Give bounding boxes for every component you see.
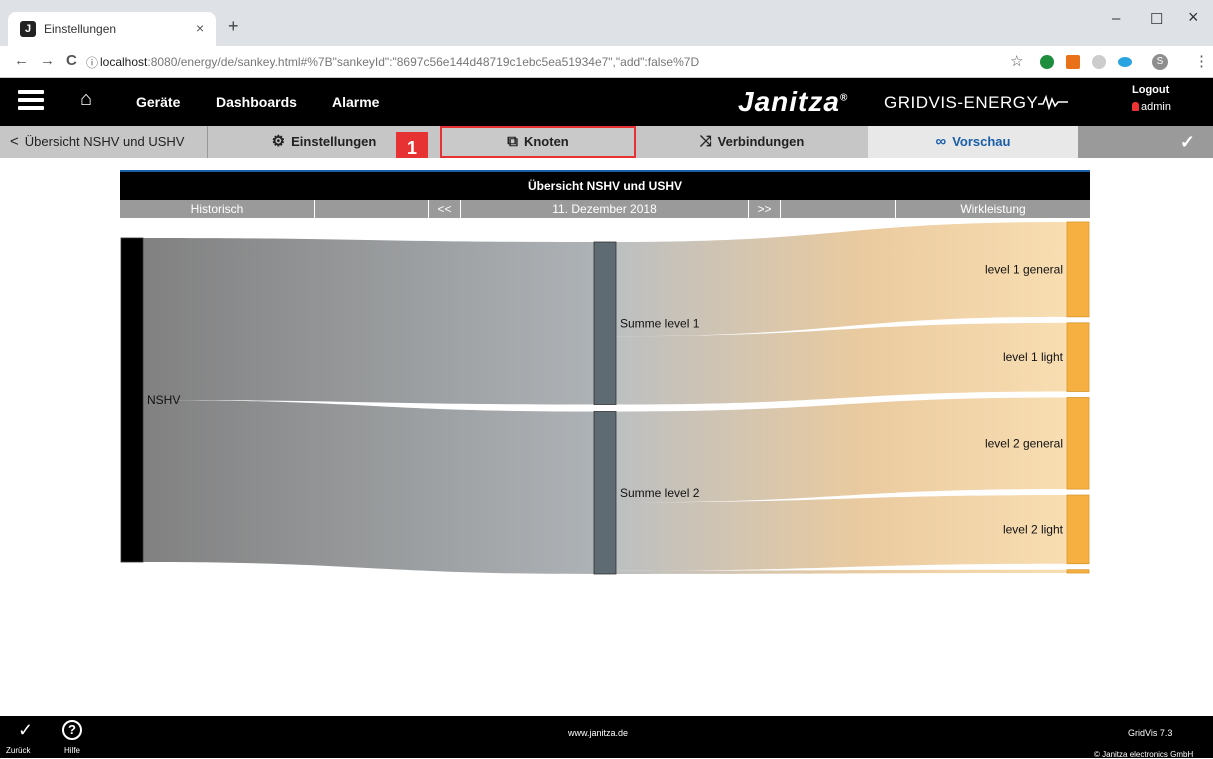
connections-label: Verbindungen [717,134,805,149]
sankey-node[interactable] [1066,322,1090,392]
bookmark-star-icon[interactable]: ☆ [1010,52,1023,70]
browser-menu-icon[interactable]: ⋮ [1194,52,1209,70]
checkmark-icon: ✓ [1179,132,1195,152]
footer-version: GridVis 7.3 [1128,728,1173,738]
reload-icon[interactable]: C [66,52,77,69]
back-checkmark-icon[interactable]: ✓ [18,720,33,741]
nodes-label: Knoten [523,134,569,149]
nav-dashboards[interactable]: Dashboards [216,94,297,110]
pulse-wave-icon [1038,94,1069,111]
sankey-node[interactable] [1066,569,1090,574]
profile-avatar[interactable]: S [1152,54,1168,70]
footer-back-label[interactable]: Zurück [6,746,30,755]
preview-label: Vorschau [952,134,1011,149]
date-display[interactable]: 11. Dezember 2018 [461,200,749,218]
next-button[interactable]: >> [749,200,781,218]
app-header: ⌂ Geräte Dashboards Alarme Janitza® GRID… [0,78,1213,126]
browser-tab[interactable]: J Einstellungen × [8,12,216,46]
sankey-node[interactable] [593,241,617,405]
sankey-node-label: level 1 general [985,262,1063,276]
tab-connections[interactable]: ⤨ Verbindungen [636,126,868,158]
chart-title: Übersicht NSHV und USHV [120,170,1090,200]
nav-alarms[interactable]: Alarme [332,94,379,110]
sankey-node-label: level 2 light [1003,522,1064,536]
user-name: admin [1141,101,1171,113]
close-window-icon[interactable]: × [1188,7,1199,28]
nav-devices[interactable]: Geräte [136,94,180,110]
site-info-icon[interactable]: ⓘ [86,54,98,71]
forward-arrow-icon[interactable]: → [40,52,55,69]
sankey-node-label: NSHV [147,393,180,407]
gears-icon: ⚙ [271,133,286,150]
brand-name: Janitza [738,86,840,117]
back-arrow-icon[interactable]: ← [14,52,29,69]
url-host: localhost [100,55,148,69]
brand-subtitle: GRIDVIS-ENERGY [884,93,1039,112]
sankey-node[interactable] [120,237,144,563]
sankey-node-label: level 2 general [985,436,1063,450]
minimize-icon[interactable]: – [1112,10,1120,27]
sankey-diagram: NSHV Summe level 1 Summe level 2 level 1 ge… [120,221,1090,575]
footer-website-link[interactable]: www.janitza.de [568,728,628,738]
maximize-icon[interactable]: ☐ [1150,10,1163,28]
back-label: Übersicht NSHV und USHV [24,134,185,149]
settings-label: Einstellungen [291,134,377,149]
browser-tab-bar: J Einstellungen × + – ☐ × [0,0,1213,46]
home-icon[interactable]: ⌂ [80,88,92,111]
mode-blank [315,200,429,218]
date-blank [781,200,896,218]
tab-title: Einstellungen [44,22,117,36]
sankey-link[interactable] [143,238,594,405]
logout-link[interactable]: Logout [1132,84,1169,96]
user-icon [1132,102,1139,111]
janitza-logo: Janitza® [738,86,848,118]
tab-close-icon[interactable]: × [196,20,204,36]
tab-nodes[interactable]: ⧉ Knoten [440,126,636,158]
sankey-link[interactable] [616,495,1067,571]
sankey-node[interactable] [1066,494,1090,565]
sankey-node[interactable] [1066,221,1090,318]
sankey-link[interactable] [143,400,594,574]
glasses-icon: ∞ [935,133,947,150]
new-tab-button[interactable]: + [228,16,239,37]
sankey-node-label: Summe level 1 [620,316,700,330]
share-back-icon: < [10,133,19,150]
url-field[interactable]: localhost:8080/energy/de/sankey.html#%7B… [100,51,1000,73]
footer-help-label[interactable]: Hilfe [64,746,80,755]
help-icon[interactable]: ? [62,720,82,740]
sankey-node[interactable] [1066,397,1090,490]
sankey-node[interactable] [593,411,617,575]
gridvis-energy-logo: GRIDVIS-ENERGY [884,93,1069,113]
chart-control-bar: Historisch << 11. Dezember 2018 >> Wirkl… [120,200,1090,218]
extension-office-icon[interactable] [1066,55,1080,69]
extension-cloud-icon[interactable] [1118,57,1132,67]
address-bar: ← → C ⓘ localhost:8080/energy/de/sankey.… [0,46,1213,78]
sankey-node-label: Summe level 2 [620,486,700,500]
app-footer: ✓ Zurück ? Hilfe www.janitza.de GridVis … [0,716,1213,759]
tab-preview[interactable]: ∞ Vorschau [868,126,1078,158]
back-to-overview-button[interactable]: < Übersicht NSHV und USHV [0,126,208,158]
sankey-node-label: level 1 light [1003,350,1064,364]
mode-select[interactable]: Historisch [120,200,315,218]
nodes-icon: ⧉ [507,133,518,150]
hamburger-menu-icon[interactable] [18,90,44,110]
url-path: :8080/energy/de/sankey.html#%7B"sankeyId… [147,55,700,69]
prev-button[interactable]: << [429,200,461,218]
current-user[interactable]: admin [1132,101,1171,113]
shuffle-icon: ⤨ [699,133,712,150]
janitza-favicon-icon: J [20,21,36,37]
editor-toolbar: < Übersicht NSHV und USHV ⚙ Einstellungen … [0,126,1213,158]
brand-registered: ® [839,92,849,104]
extension-green-icon[interactable] [1040,55,1054,69]
measure-select[interactable]: Wirkleistung [896,200,1090,218]
extension-snowflake-icon[interactable] [1092,55,1106,69]
confirm-checkmark-button[interactable]: ✓ [1078,126,1213,158]
